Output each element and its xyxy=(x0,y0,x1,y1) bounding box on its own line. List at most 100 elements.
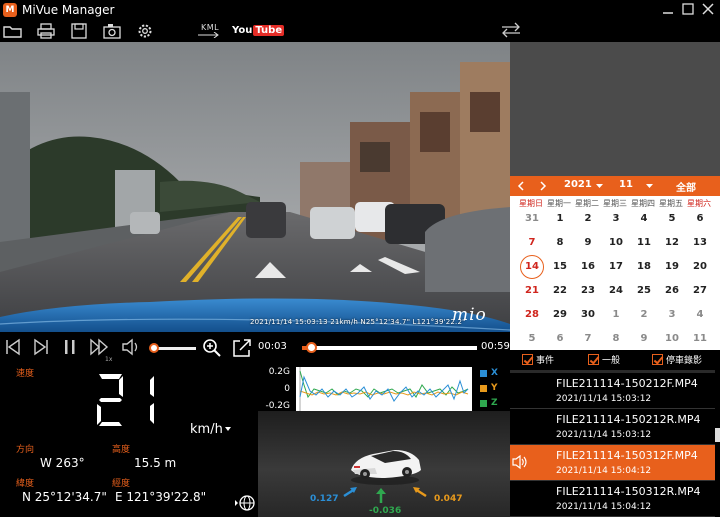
open-folder-button[interactable] xyxy=(3,22,23,40)
calendar-day[interactable]: 4 xyxy=(686,304,714,326)
calendar-day[interactable]: 1 xyxy=(546,208,574,230)
close-button[interactable] xyxy=(700,1,716,17)
calendar-day[interactable]: 27 xyxy=(686,280,714,302)
calendar-month: 11 xyxy=(619,179,633,190)
filter-normal-label: 一般 xyxy=(602,356,621,366)
snapshot-button[interactable] xyxy=(102,22,122,40)
calendar-day[interactable]: 21 xyxy=(518,280,546,302)
calendar-day[interactable]: 7 xyxy=(574,328,602,350)
calendar-day[interactable]: 13 xyxy=(686,232,714,254)
calendar-day[interactable]: 4 xyxy=(630,208,658,230)
calendar-day[interactable]: 5 xyxy=(518,328,546,350)
filter-parking-checkbox[interactable]: 停車錄影 xyxy=(652,353,702,366)
calendar-day[interactable]: 10 xyxy=(602,232,630,254)
calendar-day[interactable]: 16 xyxy=(574,256,602,278)
globe-icon[interactable] xyxy=(234,494,256,512)
calendar-day[interactable]: 15 xyxy=(546,256,574,278)
calendar-day[interactable]: 28 xyxy=(518,304,546,326)
calendar-day[interactable]: 1 xyxy=(602,304,630,326)
maximize-button[interactable] xyxy=(680,1,696,17)
calendar-day[interactable]: 6 xyxy=(546,328,574,350)
calendar-day[interactable]: 18 xyxy=(630,256,658,278)
next-frame-icon[interactable] xyxy=(33,338,49,356)
camera-icon xyxy=(103,24,121,39)
filter-normal-checkbox[interactable]: 一般 xyxy=(588,353,620,366)
altitude-value: 15.5 m xyxy=(134,456,177,470)
calendar-day[interactable]: 9 xyxy=(630,328,658,350)
calendar-day[interactable]: 8 xyxy=(602,328,630,350)
calendar-day[interactable]: 29 xyxy=(546,304,574,326)
calendar-day[interactable]: 19 xyxy=(658,256,686,278)
month-dropdown-icon[interactable] xyxy=(646,184,653,189)
legend-x-swatch xyxy=(480,369,487,377)
video-player-frame[interactable] xyxy=(0,42,510,332)
calendar-day[interactable]: 12 xyxy=(658,232,686,254)
next-month-icon[interactable] xyxy=(539,181,547,191)
calendar-day[interactable]: 24 xyxy=(602,280,630,302)
calendar-day[interactable]: 11 xyxy=(686,328,714,350)
file-list-scrollbar[interactable] xyxy=(715,370,720,517)
file-list-item[interactable]: FILE211114-150312F.MP4 2021/11/14 15:04:1… xyxy=(510,445,715,481)
calendar-day[interactable]: 9 xyxy=(574,232,602,254)
filter-parking-label: 停車錄影 xyxy=(666,356,703,366)
scrollbar-thumb[interactable] xyxy=(715,428,720,442)
print-button[interactable] xyxy=(36,22,56,40)
seek-bar[interactable] xyxy=(302,346,477,350)
file-list-item[interactable]: FILE211114-150212R.MP4 2021/11/14 15:03:1… xyxy=(510,409,715,445)
calendar-day[interactable]: 5 xyxy=(658,208,686,230)
calendar-day[interactable]: 31 xyxy=(518,208,546,230)
direction-label: 方向 xyxy=(16,445,35,455)
seek-bar-handle[interactable] xyxy=(305,342,317,353)
pause-icon[interactable] xyxy=(63,338,77,356)
video-info-overlay: 2021/11/14 15:03:13 21km/h N25°12'34.7" … xyxy=(250,318,466,326)
calendar-day[interactable]: 2 xyxy=(574,208,602,230)
direction-value: W 263° xyxy=(40,456,85,470)
volume-icon[interactable] xyxy=(121,338,141,356)
calendar-day[interactable]: 30 xyxy=(574,304,602,326)
swap-view-icon[interactable] xyxy=(500,22,522,38)
calendar-day[interactable]: 3 xyxy=(602,208,630,230)
calendar-day[interactable]: 7 xyxy=(518,232,546,254)
z-axis-arrow-icon xyxy=(376,488,386,503)
calendar-day[interactable]: 25 xyxy=(630,280,658,302)
settings-button[interactable] xyxy=(135,22,155,40)
altitude-label: 高度 xyxy=(112,445,131,455)
folder-icon xyxy=(3,26,22,38)
calendar-day[interactable]: 23 xyxy=(574,280,602,302)
file-name: FILE211114-150312R.MP4 xyxy=(556,485,701,498)
youtube-upload-button[interactable]: You Tube xyxy=(232,25,285,36)
fast-forward-icon[interactable] xyxy=(90,338,110,356)
calendar-day[interactable]: 3 xyxy=(658,304,686,326)
show-all-button[interactable]: 全部 xyxy=(676,179,696,194)
year-dropdown-icon[interactable] xyxy=(596,184,603,189)
calendar-day[interactable]: 10 xyxy=(658,328,686,350)
minimize-button[interactable] xyxy=(660,1,676,17)
close-icon xyxy=(702,3,714,15)
calendar-day[interactable]: 6 xyxy=(686,208,714,230)
zoom-icon[interactable] xyxy=(202,338,222,358)
save-button[interactable] xyxy=(69,22,89,40)
current-time: 00:03 xyxy=(258,341,287,352)
calendar-day[interactable]: 2 xyxy=(630,304,658,326)
calendar-day[interactable]: 17 xyxy=(602,256,630,278)
file-list-item[interactable]: FILE211114-150212F.MP4 2021/11/14 15:03:1… xyxy=(510,373,715,409)
file-list-item[interactable]: FILE211114-150312R.MP4 2021/11/14 15:04:1… xyxy=(510,481,715,517)
g-tick-top: 0.2G xyxy=(268,367,290,377)
file-timestamp: 2021/11/14 15:04:12 xyxy=(556,502,652,512)
prev-month-icon[interactable] xyxy=(517,181,525,191)
printer-icon xyxy=(37,23,55,39)
calendar-day[interactable]: 8 xyxy=(546,232,574,254)
previous-file-icon[interactable] xyxy=(5,338,21,356)
speed-unit-dropdown[interactable]: km/h xyxy=(190,422,231,437)
latitude-value: N 25°12'34.7" xyxy=(22,490,107,504)
fullscreen-icon[interactable] xyxy=(232,338,252,358)
gear-icon xyxy=(138,24,152,38)
filter-event-checkbox[interactable]: 事件 xyxy=(522,353,554,366)
calendar-day[interactable]: 14 xyxy=(520,255,544,279)
calendar-day[interactable]: 22 xyxy=(546,280,574,302)
calendar-day[interactable]: 11 xyxy=(630,232,658,254)
volume-slider-handle[interactable] xyxy=(149,343,159,353)
calendar-day[interactable]: 26 xyxy=(658,280,686,302)
calendar-day[interactable]: 20 xyxy=(686,256,714,278)
youtube-tube-text: Tube xyxy=(253,25,285,36)
